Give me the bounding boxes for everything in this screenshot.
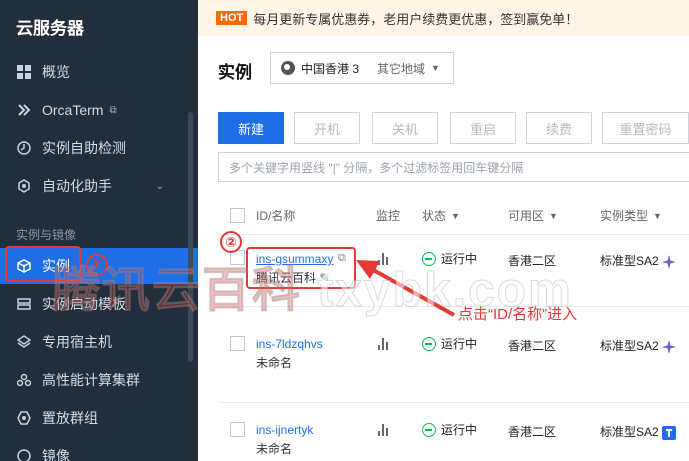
annotation-arrow-icon [356, 260, 455, 317]
annotation-box-instance-id [246, 247, 356, 289]
chevron-down-icon: ⌄ [155, 180, 164, 192]
region-selector[interactable]: 中国香港 3 其它地域 ▼ [270, 52, 454, 84]
instance-type: 标准型SA2 [600, 337, 676, 354]
status-running: 运行中 [422, 421, 477, 438]
col-header-id-name: ID/名称 [256, 209, 296, 223]
reset-password-button[interactable]: 重置密码 [602, 112, 689, 144]
row-divider [218, 402, 689, 403]
sidebar-item-label: 专用宿主机 [42, 334, 112, 350]
robot-icon [16, 178, 32, 194]
create-button[interactable]: 新建 [218, 112, 284, 144]
renew-button[interactable]: 续费 [526, 112, 592, 144]
zone: 香港二区 [508, 254, 557, 268]
sidebar-item-overview[interactable]: 概览 [0, 54, 198, 90]
row-checkbox[interactable] [230, 336, 245, 351]
filter-icon[interactable]: ▼ [451, 211, 460, 221]
zone: 香港二区 [508, 339, 557, 353]
template-icon [16, 296, 32, 312]
select-all-checkbox[interactable] [230, 208, 245, 223]
annotation-box-instances [5, 246, 81, 282]
running-icon [422, 336, 436, 351]
sidebar-item-label: 概览 [42, 64, 70, 80]
sidebar-item-dedicated-host[interactable]: 专用宿主机 [0, 324, 198, 360]
placement-icon [16, 410, 32, 426]
col-header-zone[interactable]: 可用区 ▼ [508, 207, 558, 224]
promo-notice-bar[interactable]: HOT 每月更新专属优惠券，老用户续费更优惠，签到赢免单！ [198, 0, 689, 36]
instance-id-link[interactable]: ins-7ldzqhvs [256, 337, 323, 351]
col-header-type[interactable]: 实例类型 ▼ [600, 207, 662, 224]
instance-name: 未命名 [256, 442, 293, 456]
filter-icon[interactable]: ▼ [653, 211, 662, 221]
search-input[interactable]: 多个关键字用竖线 "|" 分隔，多个过滤标签用回车键分隔 [218, 152, 689, 182]
sidebar-item-automation[interactable]: 自动化助手 ⌄ [0, 168, 198, 204]
monitor-bar-chart-icon[interactable] [378, 424, 392, 436]
col-header-monitor: 监控 [376, 209, 401, 223]
sidebar-item-images[interactable]: 镜像 [0, 438, 198, 461]
page-title: 实例 [218, 63, 252, 82]
sidebar-item-label: 实例自助检测 [42, 140, 126, 156]
filter-icon[interactable]: ▼ [549, 211, 558, 221]
sidebar-item-orcaterm[interactable]: OrcaTerm ⧉ [0, 92, 198, 128]
monitor-bar-chart-icon[interactable] [378, 338, 392, 350]
cluster-icon [16, 372, 32, 388]
sidebar-item-hpc-cluster[interactable]: 高性能计算集群 [0, 362, 198, 398]
sidebar-item-label: 置放群组 [42, 410, 98, 426]
stop-button[interactable]: 关机 [372, 112, 438, 144]
sidebar-item-placement-group[interactable]: 置放群组 [0, 400, 198, 436]
annotation-step-1: ① [86, 254, 108, 276]
host-icon [16, 334, 32, 350]
zone: 香港二区 [508, 425, 557, 439]
instance-name: 未命名 [256, 356, 293, 370]
external-link-icon: ⧉ [109, 104, 117, 116]
sparkle-icon [661, 339, 676, 354]
sidebar-item-label: OrcaTerm [42, 102, 104, 118]
region-other[interactable]: 其它地域 [377, 60, 425, 77]
promo-text[interactable]: 每月更新专属优惠券，老用户续费更优惠，签到赢免单！ [253, 9, 578, 28]
globe-icon [281, 61, 295, 75]
col-header-status[interactable]: 状态 ▼ [422, 207, 460, 224]
sidebar-title: 云服务器 [16, 19, 84, 38]
sidebar-item-label: 实例启动模板 [42, 296, 126, 312]
sidebar-item-label: 镜像 [42, 448, 70, 461]
badge-icon [661, 425, 676, 440]
sparkle-icon [661, 254, 676, 269]
row-checkbox[interactable] [230, 422, 245, 437]
sidebar-item-label: 高性能计算集群 [42, 372, 140, 388]
grid-icon [16, 64, 32, 80]
terminal-icon [16, 102, 32, 118]
instance-type: 标准型SA2 [600, 423, 676, 440]
instance-type: 标准型SA2 [600, 252, 676, 269]
row-divider [218, 234, 689, 235]
region-current: 中国香港 3 [301, 61, 360, 76]
status-running: 运行中 [422, 335, 477, 352]
image-icon [16, 448, 32, 461]
page-header: 实例 中国香港 3 其它地域 ▼ [198, 36, 689, 98]
sidebar-item-label: 自动化助手 [42, 178, 112, 194]
annotation-hint: 点击“ID/名称”进入 [458, 306, 578, 323]
sidebar-item-self-check[interactable]: 实例自助检测 [0, 130, 198, 166]
sidebar-item-launch-template[interactable]: 实例启动模板 [0, 286, 198, 322]
running-icon [422, 422, 436, 437]
caret-down-icon: ▼ [431, 63, 440, 73]
restart-button[interactable]: 重启 [450, 112, 516, 144]
start-button[interactable]: 开机 [294, 112, 360, 144]
hot-badge: HOT [216, 11, 248, 25]
check-circle-icon [16, 140, 32, 156]
instance-id-link[interactable]: ins-ijnertyk [256, 423, 313, 437]
sidebar-section-label: 实例与镜像 [16, 228, 77, 242]
annotation-step-2: ② [220, 231, 242, 253]
sidebar: 云服务器 概览 OrcaTerm ⧉ 实例自助检测 自动化助手 ⌄ 实例与镜像 … [0, 0, 198, 461]
sidebar-scrollbar[interactable] [188, 112, 193, 362]
